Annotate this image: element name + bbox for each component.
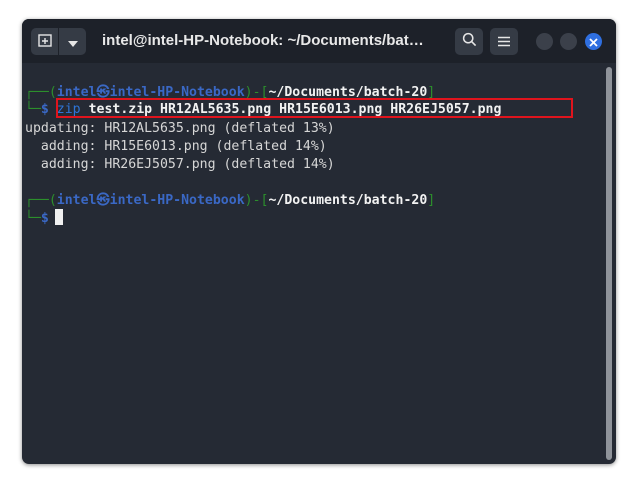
scrollbar[interactable] [606, 67, 612, 460]
text-cursor [54, 209, 63, 225]
titlebar: intel@intel-HP-Notebook: ~/Documents/bat… [22, 19, 616, 63]
search-icon [462, 32, 477, 51]
prompt-symbol: $ [40, 102, 49, 117]
minimize-button[interactable] [536, 33, 553, 50]
prompt-line: ┌──(intel㉿intel-HP-Notebook)-[~/Document… [25, 192, 435, 210]
menu-dropdown-button[interactable] [59, 28, 86, 55]
maximize-button[interactable] [560, 33, 577, 50]
terminal-window: intel@intel-HP-Notebook: ~/Documents/bat… [22, 19, 616, 464]
close-button[interactable] [585, 33, 602, 50]
window-title: intel@intel-HP-Notebook: ~/Documents/bat… [102, 32, 424, 49]
prompt-frame-bottom: └─ [25, 211, 41, 226]
terminal-output-area[interactable]: ┌──(intel㉿intel-HP-Notebook)-[~/Document… [22, 63, 616, 464]
close-icon [589, 32, 598, 51]
command-highlight-box [56, 98, 573, 118]
input-line[interactable]: └─$ [25, 209, 63, 227]
prompt-frame: ┌──( [25, 85, 57, 100]
prompt-frame-bottom: └─ [25, 102, 41, 117]
prompt-separator: )-[ [244, 193, 269, 208]
prompt-host: intel-HP-Notebook [109, 193, 245, 208]
chevron-down-icon [67, 32, 78, 51]
prompt-at-symbol: ㉿ [96, 193, 110, 208]
hamburger-menu-icon [498, 32, 510, 51]
new-tab-button-group [31, 28, 86, 55]
output-line: adding: HR26EJ5057.png (deflated 14%) [25, 157, 335, 172]
output-line: adding: HR15E6013.png (deflated 14%) [25, 139, 327, 154]
prompt-bracket-close: ] [427, 193, 436, 208]
prompt-user: intel [56, 193, 97, 208]
new-tab-icon [37, 32, 52, 51]
prompt-symbol: $ [40, 211, 49, 226]
hamburger-menu-button[interactable] [490, 28, 518, 55]
output-line: updating: HR12AL5635.png (deflated 13%) [25, 121, 335, 136]
new-tab-button[interactable] [31, 28, 58, 55]
prompt-path: ~/Documents/batch-20 [268, 193, 428, 208]
search-button[interactable] [455, 28, 483, 55]
prompt-frame: ┌──( [25, 193, 57, 208]
